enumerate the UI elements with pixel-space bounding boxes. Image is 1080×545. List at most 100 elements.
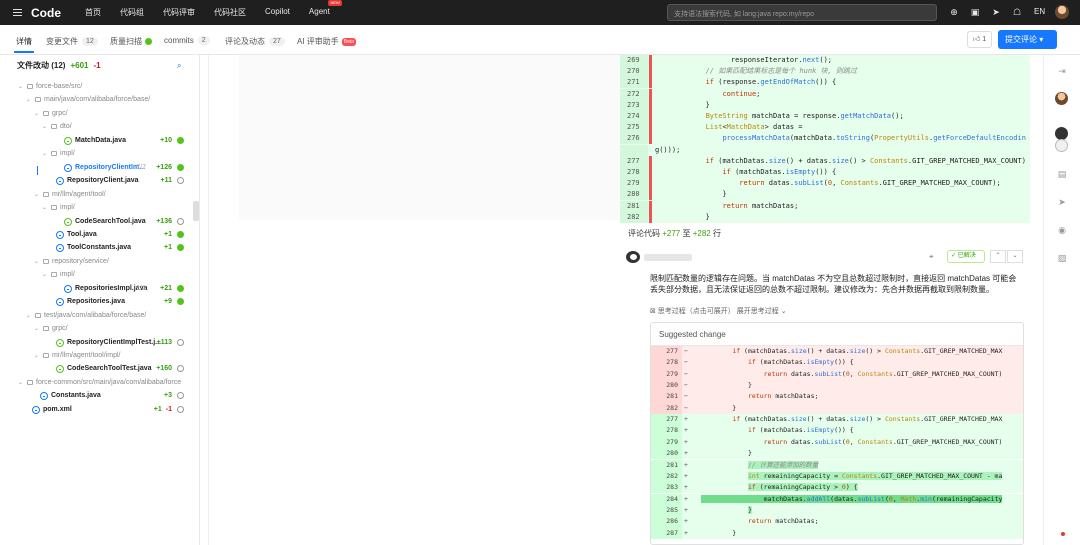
app-logo[interactable]: Code (31, 6, 61, 20)
chevron-down-icon[interactable]: ⌄ (42, 150, 47, 157)
reviewed-check-icon[interactable] (177, 284, 184, 292)
reviewed-check-icon[interactable] (177, 244, 184, 252)
unreviewed-circle-icon[interactable] (177, 365, 184, 373)
line-number[interactable]: 272 (620, 88, 648, 100)
chevron-down-icon[interactable]: ⌄ (26, 96, 31, 103)
reviewed-check-icon[interactable] (177, 230, 184, 238)
eye-icon[interactable]: ◉ (1056, 224, 1068, 236)
file-tree-file[interactable]: Tool.java +1 (0, 230, 196, 244)
user-avatar[interactable] (1055, 5, 1069, 19)
nav-home[interactable]: 首页 (85, 7, 101, 18)
chevron-down-icon[interactable]: ⌄ (42, 123, 47, 130)
file-tree-file[interactable]: CodeSearchTool.java +136 (0, 217, 196, 231)
unreviewed-circle-icon[interactable] (177, 392, 184, 400)
file-tree-folder[interactable]: ⌄ main/java/com/alibaba/force/base/ (0, 96, 196, 109)
like-button[interactable]: 👍︎ 1 (967, 31, 992, 48)
file-tree-folder[interactable]: ⌄ grpc/ (0, 325, 196, 338)
line-number[interactable]: 270 (620, 66, 648, 78)
file-tree-file[interactable]: Constants.java +3 (0, 392, 196, 405)
image-icon[interactable]: ▨ (1056, 252, 1068, 264)
file-tree-file[interactable]: CodeSearchToolTest.java +160 (0, 365, 196, 378)
document-icon[interactable]: ▤ (1056, 168, 1068, 180)
line-number[interactable]: 276 (620, 133, 648, 145)
unreviewed-circle-icon[interactable] (177, 177, 184, 185)
chevron-down-icon[interactable]: ⌄ (18, 83, 23, 90)
line-number[interactable]: 281 (620, 200, 648, 212)
line-number[interactable]: 275 (620, 122, 648, 134)
reviewed-check-icon[interactable] (177, 136, 184, 144)
reviewed-check-icon[interactable] (177, 298, 184, 306)
line-number[interactable]: 274 (620, 111, 648, 122)
chevron-down-icon[interactable]: ⌄ (34, 352, 39, 359)
nav-agent[interactable]: Agent NEW (309, 0, 349, 18)
chevron-down-icon[interactable]: ⌄ (42, 271, 47, 278)
robot-icon[interactable]: ☖ (1012, 7, 1022, 17)
file-tree-folder[interactable]: ⌄ repository/service/ (0, 258, 196, 271)
file-tree-folder[interactable]: ⌄ force-common/src/main/java/com/alibaba/… (0, 379, 196, 392)
unreviewed-circle-icon[interactable] (177, 338, 184, 346)
file-tree-folder[interactable]: ⌄ impl/ (0, 204, 196, 217)
file-tree-file[interactable]: RepositoryClient.java +11 (0, 177, 196, 190)
file-tree-folder[interactable]: ⌄ impl/ (0, 150, 196, 163)
file-tree-file[interactable]: RepositoriesImpl.java 1/1 +21 (0, 284, 196, 298)
pointer-icon[interactable]: ➤ (991, 7, 1001, 17)
nav-copilot[interactable]: Copilot (265, 7, 290, 18)
tab-quality-scan[interactable]: 质量扫描 (110, 36, 152, 47)
file-tree-file[interactable]: RepositoryClientIm... 7/7 +126 (0, 163, 196, 177)
search-input[interactable]: 支持语法搜索代码, 如 lang:java repo:my/repo (667, 4, 937, 21)
thinking-toggle[interactable]: ⊠ 思考过程（点击可展开） 展开思考过程 ⌄ (650, 306, 787, 316)
tab-changed-files[interactable]: 变更文件 12 (46, 36, 98, 47)
tab-comments[interactable]: 评论及动态 27 (225, 36, 285, 47)
resolved-badge[interactable]: ✓ 已解决 (947, 250, 985, 263)
nav-code-review[interactable]: 代码评审 (163, 7, 195, 18)
line-number[interactable]: 277 (620, 155, 648, 167)
plus-icon[interactable]: ⊕ (949, 7, 959, 17)
line-number[interactable]: 271 (620, 77, 648, 89)
chevron-down-icon[interactable]: ⌄ (42, 204, 47, 211)
chevron-down-icon[interactable]: ⌄ (34, 191, 39, 198)
line-number[interactable]: 282 (620, 211, 648, 223)
line-number[interactable]: 280 (620, 189, 648, 201)
file-tree-file[interactable]: MatchData.java +10 (0, 136, 196, 150)
tab-details[interactable]: 详情 (16, 36, 32, 47)
send-icon[interactable]: ➤ (1056, 196, 1068, 208)
file-tree-folder[interactable]: ⌄ grpc/ (0, 110, 196, 123)
file-tree-folder[interactable]: ⌄ force-base/src/ (0, 83, 196, 96)
unreviewed-circle-icon[interactable] (177, 217, 184, 225)
file-tree-file[interactable]: pom.xml +1 -1 (0, 405, 196, 419)
line-number[interactable]: 269 (620, 55, 648, 66)
dashboard-icon[interactable]: ▣ (970, 7, 980, 17)
chevron-down-icon[interactable]: ⌄ (26, 312, 31, 319)
tree-scrollbar-handle[interactable] (193, 201, 199, 221)
tab-ai-review[interactable]: AI 评审助手 Beta (297, 36, 357, 47)
line-number[interactable] (620, 144, 648, 156)
line-number[interactable]: 278 (620, 167, 648, 178)
nav-code-groups[interactable]: 代码组 (120, 7, 144, 18)
search-icon[interactable]: ⌕ (177, 61, 181, 71)
reviewer-avatar[interactable] (1055, 92, 1068, 105)
menu-icon[interactable] (13, 8, 22, 17)
reviewed-check-icon[interactable] (177, 163, 184, 171)
unreviewed-circle-icon[interactable] (177, 405, 184, 413)
chevron-down-icon[interactable]: ⌄ (18, 379, 23, 386)
file-tree-folder[interactable]: ⌄ impl/ (0, 271, 196, 284)
chevron-down-icon[interactable]: ⌄ (34, 325, 39, 332)
file-tree-folder[interactable]: ⌄ dto/ (0, 123, 196, 136)
chevron-down-icon[interactable]: ⌄ (34, 110, 39, 117)
expand-panel-icon[interactable]: ⇥ (1056, 65, 1068, 77)
file-tree-folder[interactable]: ⌄ mr/llm/agent/tool/ (0, 191, 196, 204)
tab-commits[interactable]: commits 2 (164, 36, 210, 45)
expand-thinking-link[interactable]: 展开思考过程 (737, 308, 779, 315)
file-tree-file[interactable]: Repositories.java +9 (0, 298, 196, 311)
chevron-down-icon[interactable]: ⌄ (34, 258, 39, 265)
nav-code-community[interactable]: 代码社区 (214, 7, 246, 18)
line-number[interactable]: 273 (620, 99, 648, 111)
tag-icon[interactable]: ⌖ (929, 252, 934, 262)
file-tree-folder[interactable]: ⌄ test/java/com/alibaba/force/base/ (0, 312, 196, 325)
chevron-up-icon[interactable]: ⌃ (990, 250, 1006, 263)
submit-comment-button[interactable]: 提交评论 ▾ (998, 30, 1057, 49)
language-switch[interactable]: EN (1034, 7, 1045, 16)
file-tree-file[interactable]: ToolConstants.java +1 (0, 244, 196, 257)
line-number[interactable]: 279 (620, 178, 648, 190)
file-tree-file[interactable]: RepositoryClientImplTest.j... +113 (0, 338, 196, 352)
